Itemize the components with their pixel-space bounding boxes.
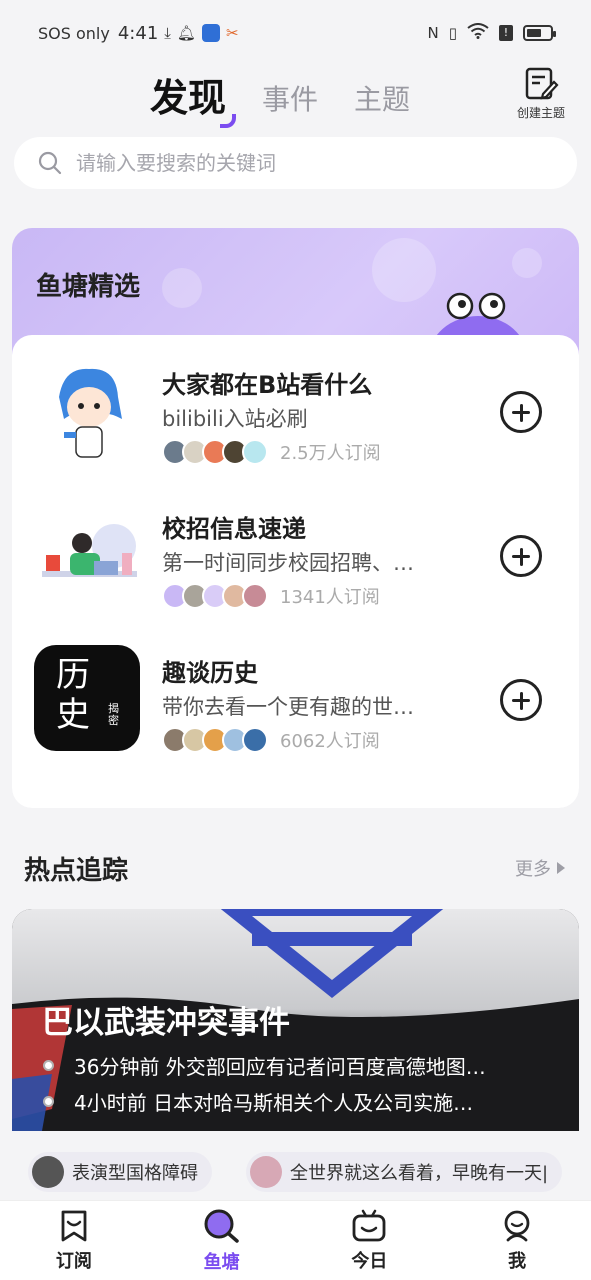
tab-discover[interactable]: 发现: [150, 67, 237, 128]
chip-label: 表演型国格障碍: [72, 1163, 198, 1184]
nav-label: 订阅: [55, 1250, 92, 1272]
tab-discover-label: 发现: [150, 76, 227, 120]
subscribe-button[interactable]: [500, 535, 542, 577]
avatar: [242, 727, 268, 753]
topic-subscribers: 6062人订阅: [162, 727, 380, 753]
search-planet-icon: [204, 1209, 239, 1243]
subscriber-avatars: [162, 583, 268, 609]
avatar: [242, 439, 268, 465]
event-title: 巴以武装冲突事件: [42, 1005, 290, 1041]
topic-name: 大家都在B站看什么: [162, 371, 373, 399]
topic-row[interactable]: 历史 揭密 趣谈历史 带你去看一个更有趣的世… 6062人订阅: [12, 635, 579, 765]
app-notification-icon-2: ✂: [225, 24, 239, 42]
nav-pond[interactable]: 鱼塘: [172, 1208, 272, 1274]
chevron-right-icon: [557, 862, 565, 874]
edit-note-icon: [525, 67, 559, 100]
bell-icon: 🔔︎: [176, 24, 196, 42]
hot-chip[interactable]: 表演型国格障碍: [28, 1152, 212, 1192]
status-bar: SOS only 4:41 ⤓ 🔔︎ ✂ N ▯ !: [0, 0, 591, 66]
carrier-text: SOS only: [38, 23, 110, 43]
search-icon: [38, 151, 62, 175]
subscriber-count: 2.5万人订阅: [280, 443, 381, 464]
nav-subscribe[interactable]: 订阅: [24, 1209, 124, 1273]
avatar: [242, 583, 268, 609]
more-label: 更多: [515, 859, 551, 880]
hot-event-card[interactable]: 巴以武装冲突事件 36分钟前 外交部回应有记者问百度高德地图… 4小时前 日本对…: [12, 909, 579, 1131]
history-thumb-subtext: 揭密: [108, 702, 119, 727]
create-topic-label: 创建主题: [516, 106, 565, 120]
planet-decoration: [162, 268, 202, 308]
chip-label: 全世界就这么看着，早晚有一天|: [290, 1163, 549, 1184]
subscribe-button[interactable]: [500, 679, 542, 721]
timeline-text: 36分钟前 外交部回应有记者问百度高德地图…: [74, 1055, 486, 1079]
history-thumb-text: 历史: [56, 655, 90, 735]
topic-thumbnail: [34, 501, 140, 607]
topic-row[interactable]: 大家都在B站看什么 bilibili入站必刷 2.5万人订阅: [12, 347, 579, 477]
nav-label: 鱼塘: [203, 1251, 240, 1273]
featured-title: 鱼塘精选: [36, 272, 141, 302]
nfc-icon: N: [427, 24, 439, 42]
topic-description: bilibili入站必刷: [162, 407, 308, 431]
planet-decoration: [512, 248, 542, 278]
hot-chip[interactable]: 全世界就这么看着，早晚有一天|: [246, 1152, 563, 1192]
topic-name: 校招信息速递: [162, 515, 306, 543]
more-link[interactable]: 更多: [515, 855, 565, 881]
top-tabs: 发现 事件 主题: [150, 66, 410, 128]
topic-subscribers: 1341人订阅: [162, 583, 380, 609]
topic-subscribers: 2.5万人订阅: [162, 439, 381, 465]
topic-name: 趣谈历史: [162, 659, 258, 687]
nav-label: 今日: [351, 1250, 388, 1272]
subscriber-count: 1341人订阅: [280, 587, 380, 608]
battery-icon: [523, 25, 556, 41]
create-topic-button[interactable]: 创建主题: [513, 66, 569, 121]
header: 发现 事件 主题 创建主题: [0, 66, 591, 128]
status-right: N ▯ !: [427, 23, 556, 43]
section-title-hot: 热点追踪: [24, 856, 129, 886]
timeline-dot: [43, 1096, 54, 1107]
active-tab-indicator: [220, 114, 237, 128]
app-notification-icon: [201, 24, 220, 42]
clock-time: 4:41: [117, 22, 159, 44]
nav-me[interactable]: 我: [467, 1209, 567, 1273]
search-input[interactable]: [76, 151, 516, 175]
topic-description: 第一时间同步校园招聘、…: [162, 551, 414, 575]
status-left: SOS only 4:41 ⤓ 🔔︎ ✂: [38, 23, 239, 44]
profile-icon: [504, 1210, 530, 1241]
event-timeline: 36分钟前 外交部回应有记者问百度高德地图… 4小时前 日本对哈马斯相关个人及公…: [42, 1051, 562, 1123]
topic-description: 带你去看一个更有趣的世…: [162, 695, 414, 719]
timeline-item: 36分钟前 外交部回应有记者问百度高德地图…: [42, 1051, 562, 1087]
timeline-item: 4小时前 日本对哈马斯相关个人及公司实施…: [42, 1087, 562, 1123]
tab-topics[interactable]: 主题: [354, 78, 410, 122]
topic-thumbnail: [34, 357, 140, 463]
avatar: [250, 1156, 282, 1188]
timeline-dot: [43, 1060, 54, 1071]
subscriber-count: 6062人订阅: [280, 731, 380, 752]
alert-icon: !: [499, 25, 513, 41]
featured-card: 鱼塘精选 大家都在B站看什么 bilibili入站必刷 2.5万人订阅 校招信息…: [12, 228, 579, 808]
bookmark-icon: [61, 1210, 87, 1241]
wifi-icon: [467, 23, 489, 43]
subscriber-avatars: [162, 727, 268, 753]
subscribe-button[interactable]: [500, 391, 542, 433]
hot-chips: 表演型国格障碍 全世界就这么看着，早晚有一天|: [28, 1152, 563, 1192]
tv-icon: [352, 1209, 386, 1241]
nav-today[interactable]: 今日: [319, 1209, 419, 1273]
tab-events[interactable]: 事件: [262, 78, 318, 122]
vibrate-icon: ▯: [448, 24, 457, 42]
avatar: [32, 1156, 64, 1188]
bottom-nav: 订阅 鱼塘 今日 我: [0, 1200, 591, 1280]
topic-thumbnail: 历史 揭密: [34, 645, 140, 751]
featured-list: 大家都在B站看什么 bilibili入站必刷 2.5万人订阅 校招信息速递 第一…: [12, 335, 579, 808]
timeline-text: 4小时前 日本对哈马斯相关个人及公司实施…: [74, 1091, 474, 1115]
subscriber-avatars: [162, 439, 268, 465]
search-bar[interactable]: [14, 137, 577, 189]
nav-label: 我: [508, 1250, 527, 1272]
download-icon: ⤓: [164, 24, 171, 42]
topic-row[interactable]: 校招信息速递 第一时间同步校园招聘、… 1341人订阅: [12, 491, 579, 621]
